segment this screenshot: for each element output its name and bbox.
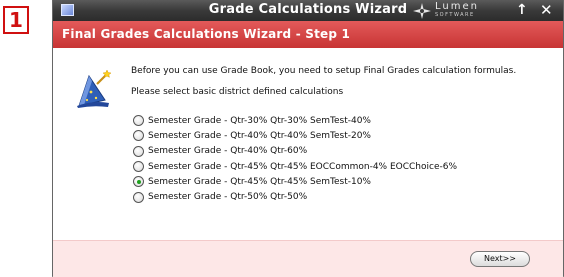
option-row[interactable]: Semester Grade - Qtr-45% Qtr-45% EOCComm…: [133, 159, 457, 174]
option-row[interactable]: Semester Grade - Qtr-30% Qtr-30% SemTest…: [133, 113, 457, 128]
option-row[interactable]: Semester Grade - Qtr-45% Qtr-45% SemTest…: [133, 174, 457, 189]
lumen-logo: Lumen SOFTWARE: [413, 0, 479, 19]
option-label[interactable]: Semester Grade - Qtr-30% Qtr-30% SemTest…: [148, 116, 371, 126]
option-label[interactable]: Semester Grade - Qtr-45% Qtr-45% SemTest…: [148, 177, 371, 187]
option-label[interactable]: Semester Grade - Qtr-45% Qtr-45% EOCComm…: [148, 162, 457, 172]
lumen-star-icon: [413, 2, 431, 19]
pin-button[interactable]: ↑: [516, 2, 528, 18]
option-label[interactable]: Semester Grade - Qtr-40% Qtr-40% SemTest…: [148, 131, 371, 141]
close-button[interactable]: ✕: [540, 2, 553, 18]
wizard-footer: Next>>: [53, 240, 563, 277]
lumen-brand-name: Lumen SOFTWARE: [435, 0, 479, 18]
wizard-hat-icon: [77, 70, 111, 108]
radio-button[interactable]: [133, 145, 144, 157]
title-bar[interactable]: Grade Calculations Wizard Lumen SOFTWARE…: [53, 0, 563, 21]
radio-button[interactable]: [133, 130, 144, 142]
intro-text: Before you can use Grade Book, you need …: [131, 66, 517, 76]
step-header: Final Grades Calculations Wizard - Step …: [53, 21, 563, 48]
calculation-options: Semester Grade - Qtr-30% Qtr-30% SemTest…: [133, 113, 457, 205]
radio-button[interactable]: [133, 161, 144, 173]
select-prompt: Please select basic district defined cal…: [131, 87, 344, 97]
option-label[interactable]: Semester Grade - Qtr-50% Qtr-50%: [148, 192, 307, 202]
radio-button[interactable]: [133, 176, 144, 188]
radio-button[interactable]: [133, 191, 144, 203]
radio-button[interactable]: [133, 115, 144, 127]
step-number-badge: 1: [3, 6, 29, 34]
wizard-window: Grade Calculations Wizard Lumen SOFTWARE…: [52, 0, 564, 277]
window-title: Grade Calculations Wizard: [208, 2, 408, 17]
option-row[interactable]: Semester Grade - Qtr-50% Qtr-50%: [133, 189, 457, 204]
option-row[interactable]: Semester Grade - Qtr-40% Qtr-60%: [133, 144, 457, 159]
wizard-content: Before you can use Grade Book, you need …: [53, 48, 563, 240]
option-row[interactable]: Semester Grade - Qtr-40% Qtr-40% SemTest…: [133, 128, 457, 143]
option-label[interactable]: Semester Grade - Qtr-40% Qtr-60%: [148, 146, 307, 156]
next-button[interactable]: Next>>: [470, 251, 530, 267]
